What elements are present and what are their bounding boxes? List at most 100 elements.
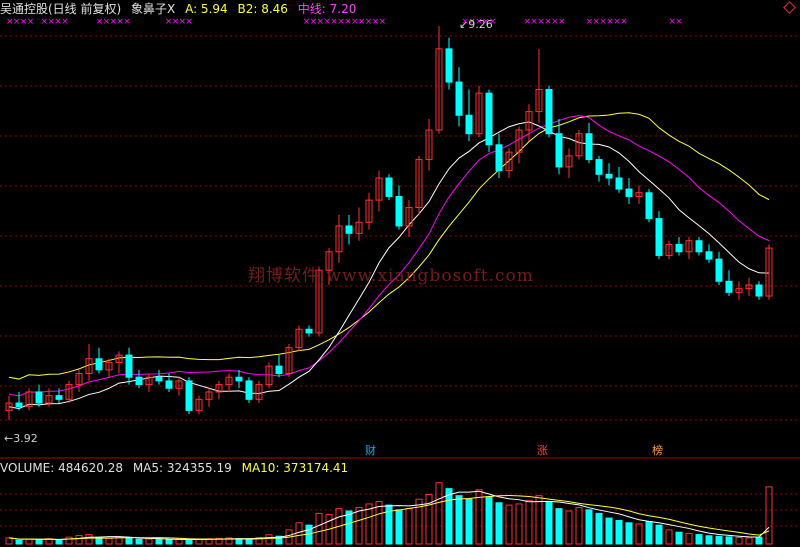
candle-body bbox=[695, 240, 703, 253]
watermark: 翔博软件 www.xiangbosoft.com bbox=[248, 266, 534, 286]
indicator-name[interactable]: 象鼻子X bbox=[131, 2, 175, 16]
volume-bar bbox=[315, 512, 323, 545]
candle-body bbox=[165, 380, 173, 389]
volume-bar bbox=[135, 538, 143, 545]
event-marker-limit-up[interactable]: 涨 bbox=[535, 444, 550, 458]
volume-bar bbox=[485, 496, 493, 545]
volume-bar bbox=[145, 538, 153, 545]
volume-bar bbox=[125, 537, 133, 545]
candle-body bbox=[725, 280, 733, 293]
low-price-label: ←3.92 bbox=[4, 432, 38, 445]
line-a bbox=[8, 112, 770, 380]
volume-bar bbox=[415, 498, 423, 545]
volume-bar bbox=[685, 532, 693, 545]
candle-body bbox=[385, 177, 393, 197]
candle-body bbox=[605, 173, 613, 179]
volume-ma5: MA5: 324355.19 bbox=[132, 461, 232, 475]
signal-marker: × bbox=[61, 17, 69, 27]
candle-body bbox=[555, 133, 563, 168]
candle-body bbox=[445, 48, 453, 83]
volume-bar bbox=[755, 536, 763, 545]
candle-body bbox=[35, 391, 43, 404]
candle-body bbox=[15, 402, 23, 408]
candle-body bbox=[705, 251, 713, 260]
volume-value: VOLUME: 484620.28 bbox=[0, 461, 123, 475]
high-price-value: 9.26 bbox=[468, 18, 493, 31]
volume-bar bbox=[35, 539, 43, 545]
candle-body bbox=[455, 81, 463, 116]
volume-bar bbox=[25, 538, 33, 545]
candle-body bbox=[755, 284, 763, 297]
volume-bar bbox=[635, 523, 643, 545]
signal-marker: × bbox=[123, 17, 131, 27]
signal-marker: × bbox=[620, 17, 628, 27]
volume-bar bbox=[705, 535, 713, 545]
indicator-b2-value: B2: 8.46 bbox=[237, 2, 288, 16]
volume-header: VOLUME: 484620.28 MA5: 324355.19 MA10: 3… bbox=[0, 460, 790, 476]
candle-body bbox=[495, 144, 503, 172]
volume-bar bbox=[15, 539, 23, 545]
volume-bar bbox=[645, 521, 653, 545]
candle-body bbox=[655, 218, 663, 256]
chart-header: 吴通控股(日线 前复权) 象鼻子X A: 5.94 B2: 8.46 中线: 7… bbox=[0, 0, 780, 18]
volume-bar bbox=[595, 512, 603, 545]
volume-bar bbox=[625, 522, 633, 545]
high-price-label: ↙9.26 bbox=[459, 18, 493, 31]
volume-ma10: MA10: 373174.41 bbox=[241, 461, 349, 475]
volume-bar bbox=[455, 495, 463, 545]
volume-bar bbox=[605, 517, 613, 545]
volume-bar bbox=[695, 534, 703, 545]
candle-body bbox=[625, 188, 633, 197]
candle-body bbox=[125, 354, 133, 378]
volume-bar bbox=[725, 536, 733, 545]
volume-bar bbox=[745, 537, 753, 545]
volume-bar bbox=[765, 486, 773, 545]
volume-bar bbox=[85, 534, 93, 545]
volume-bar bbox=[75, 535, 83, 545]
candle-body bbox=[345, 225, 353, 234]
volume-bar bbox=[465, 498, 473, 545]
indicator-a-value: A: 5.94 bbox=[185, 2, 228, 16]
volume-bar bbox=[505, 504, 513, 545]
stock-chart-window: × × × × × × × × × × × × × × × × × × × × × × × × × × × × × × × × × × × × × × × ×… bbox=[0, 0, 800, 547]
candle-body bbox=[615, 177, 623, 190]
signal-marker: × bbox=[379, 17, 387, 27]
volume-bar bbox=[55, 539, 63, 545]
volume-bar bbox=[245, 538, 253, 545]
event-marker-finance[interactable]: 财 bbox=[363, 444, 378, 458]
volume-bar bbox=[185, 539, 193, 545]
volume-bar bbox=[675, 531, 683, 545]
volume-bar bbox=[585, 509, 593, 545]
candle-body bbox=[305, 328, 313, 334]
volume-bar bbox=[345, 510, 353, 545]
low-price-value: 3.92 bbox=[13, 432, 38, 445]
volume-bar bbox=[735, 537, 743, 545]
volume-bar bbox=[525, 499, 533, 545]
volume-bar bbox=[155, 539, 163, 545]
event-marker-ranking[interactable]: 榜 bbox=[650, 444, 665, 458]
signal-marker: × bbox=[558, 17, 566, 27]
volume-bar bbox=[495, 502, 503, 545]
stock-title[interactable]: 吴通控股(日线 前复权) bbox=[0, 2, 121, 16]
volume-bar bbox=[175, 538, 183, 545]
volume-bar bbox=[545, 501, 553, 545]
volume-bar bbox=[535, 495, 543, 545]
candle-body bbox=[715, 258, 723, 282]
indicator-mid-value: 中线: 7.20 bbox=[297, 2, 357, 16]
volume-bar bbox=[715, 535, 723, 545]
candle-body bbox=[155, 376, 163, 382]
candle-body bbox=[245, 380, 253, 400]
candle-body bbox=[135, 376, 143, 386]
candle-body bbox=[185, 380, 193, 411]
volume-bar bbox=[395, 509, 403, 545]
candle-body bbox=[465, 114, 473, 135]
line-b2 bbox=[8, 115, 770, 397]
volume-bar bbox=[425, 494, 433, 545]
candle-body bbox=[675, 243, 683, 253]
candle-body bbox=[55, 395, 63, 400]
candle-body bbox=[275, 365, 283, 375]
volume-bar bbox=[435, 482, 443, 545]
candle-body bbox=[645, 192, 653, 220]
volume-bar bbox=[445, 488, 453, 545]
candle-body bbox=[235, 376, 243, 382]
